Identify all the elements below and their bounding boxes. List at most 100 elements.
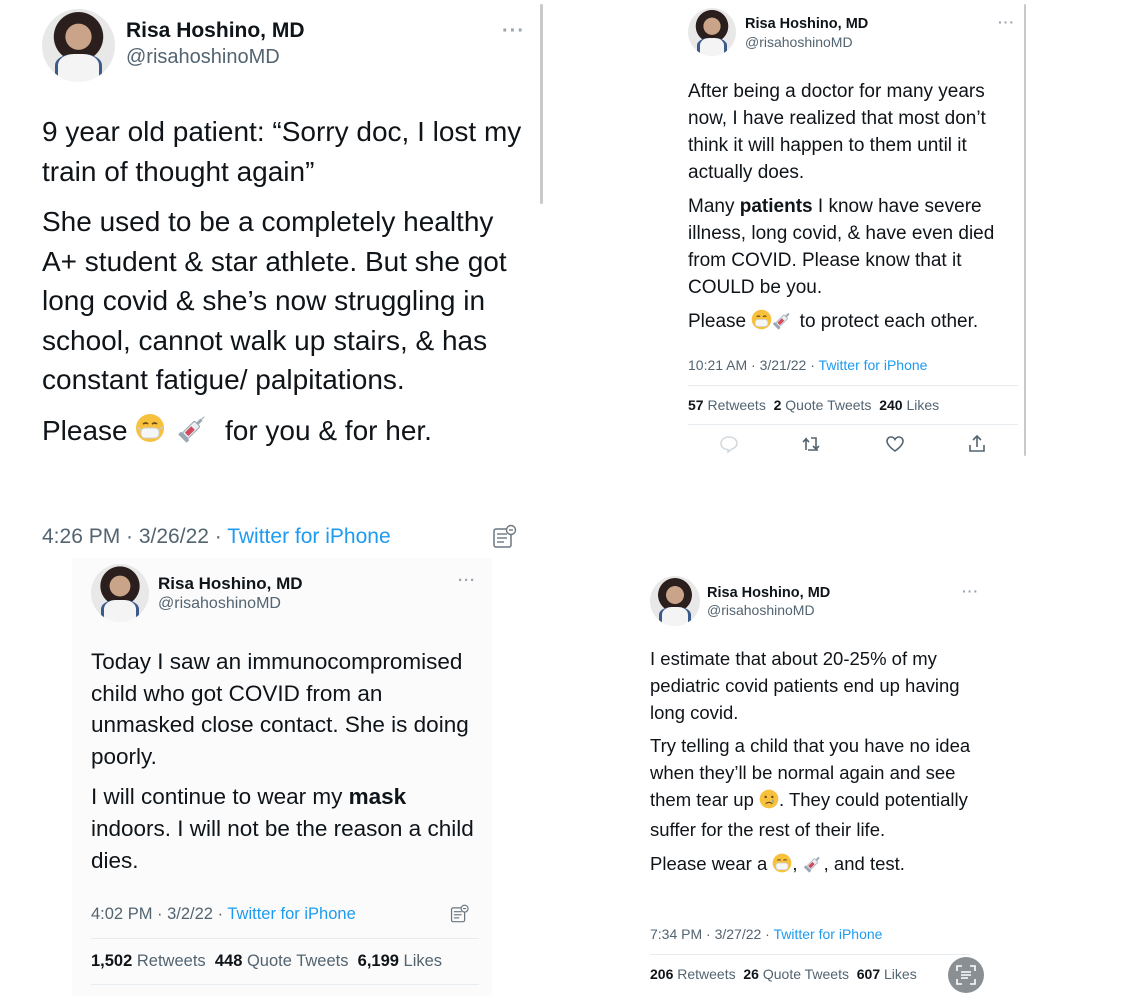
tweet-text-line3: Please for you & for her. bbox=[42, 411, 527, 454]
quotes-stat[interactable]: 448 Quote Tweets bbox=[215, 952, 349, 970]
quotes-stat[interactable]: 2 Quote Tweets bbox=[774, 397, 872, 413]
tweet-timestamp[interactable]: 4:26 PM · 3/26/22 · bbox=[42, 525, 227, 548]
author-name[interactable]: Risa Hoshino, MD bbox=[158, 574, 303, 594]
reply-icon[interactable] bbox=[719, 434, 739, 454]
syringe-emoji-icon bbox=[177, 413, 209, 454]
likes-stat[interactable]: 240 Likes bbox=[879, 397, 939, 413]
likes-label: Likes bbox=[398, 952, 443, 970]
retweets-stat[interactable]: 1,502 Retweets bbox=[91, 952, 206, 970]
tweet-paragraph-3: Please to protect each other. bbox=[688, 308, 1018, 338]
mask-face-emoji-icon bbox=[772, 853, 792, 881]
quotes-stat[interactable]: 26 Quote Tweets bbox=[743, 966, 849, 982]
tweet-source-link[interactable]: Twitter for iPhone bbox=[773, 926, 882, 942]
avatar[interactable] bbox=[650, 576, 700, 626]
tweet-paragraph-2: I will continue to wear my mask indoors.… bbox=[91, 781, 486, 876]
retweets-stat[interactable]: 57 Retweets bbox=[688, 397, 766, 413]
tweet-paragraph-1: Today I saw an immunocompromised child w… bbox=[91, 649, 469, 769]
tweet-meta: 4:26 PM · 3/26/22 · Twitter for iPhone bbox=[42, 525, 391, 549]
author-name[interactable]: Risa Hoshino, MD bbox=[745, 16, 868, 32]
tweet-paragraph-3: Please wear a , , and test. bbox=[650, 851, 980, 881]
tweet-card-3: Risa Hoshino, MD @risahoshinoMD ··· Toda… bbox=[72, 558, 492, 996]
tweet-meta: 10:21 AM · 3/21/22 · Twitter for iPhone bbox=[688, 357, 927, 373]
more-options-icon[interactable]: ··· bbox=[502, 20, 525, 43]
author-handle[interactable]: @risahoshinoMD bbox=[745, 34, 853, 50]
tweet-paragraph-1: I estimate that about 20-25% of my pedia… bbox=[650, 648, 960, 723]
tweet-bold-word: patients bbox=[739, 196, 813, 217]
likes-count: 6,199 bbox=[357, 952, 399, 970]
tweet-paragraph-1: After being a doctor for many years now,… bbox=[688, 81, 986, 183]
tweet-text: I will continue to wear my bbox=[91, 784, 349, 810]
avatar[interactable] bbox=[688, 8, 736, 56]
tweet-bold-word: mask bbox=[348, 784, 407, 810]
tweet-source-link[interactable]: Twitter for iPhone bbox=[227, 525, 390, 548]
tweet-text-please: Please bbox=[688, 311, 747, 332]
divider bbox=[688, 424, 1018, 425]
quotes-label: Quote Tweets bbox=[781, 397, 872, 413]
tweet-text: Please wear a bbox=[650, 852, 768, 874]
retweets-label: Retweets bbox=[673, 966, 736, 982]
divider bbox=[650, 954, 970, 955]
tweet-source-link[interactable]: Twitter for iPhone bbox=[227, 905, 355, 923]
likes-count: 607 bbox=[856, 966, 881, 982]
tweet-body: I estimate that about 20-25% of my pedia… bbox=[650, 646, 980, 880]
retweets-label: Retweets bbox=[703, 397, 766, 413]
retweets-count: 57 bbox=[688, 397, 704, 413]
tweet-timestamp[interactable]: 10:21 AM · 3/21/22 · bbox=[688, 357, 819, 373]
tweet-body: 9 year old patient: “Sorry doc, I lost m… bbox=[42, 112, 527, 453]
likes-stat[interactable]: 607 Likes bbox=[857, 966, 917, 982]
tweet-stats: 57 Retweets 2 Quote Tweets 240 Likes bbox=[688, 397, 939, 413]
author-name[interactable]: Risa Hoshino, MD bbox=[707, 585, 830, 601]
author-handle[interactable]: @risahoshinoMD bbox=[126, 46, 280, 69]
tweet-text-end: to protect each other. bbox=[799, 311, 979, 332]
quotes-label: Quote Tweets bbox=[758, 966, 849, 982]
more-options-icon[interactable]: ··· bbox=[458, 572, 476, 589]
document-icon[interactable] bbox=[492, 524, 518, 555]
crying-face-emoji-icon bbox=[759, 789, 779, 817]
like-icon[interactable] bbox=[885, 434, 905, 454]
tweet-paragraph-2: Many patients I know have severe illness… bbox=[688, 193, 1018, 301]
retweets-stat[interactable]: 206 Retweets bbox=[650, 966, 736, 982]
scrollbar[interactable] bbox=[540, 4, 543, 204]
tweet-card-1: Risa Hoshino, MD @risahoshinoMD ··· 9 ye… bbox=[0, 0, 545, 560]
retweet-icon[interactable] bbox=[801, 434, 823, 454]
likes-stat[interactable]: 6,199 Likes bbox=[358, 952, 442, 970]
tweet-meta: 4:02 PM · 3/2/22 · Twitter for iPhone bbox=[91, 905, 356, 924]
tweet-text-please: Please bbox=[42, 414, 128, 446]
more-options-icon[interactable]: ··· bbox=[962, 583, 979, 599]
retweets-count: 1,502 bbox=[91, 952, 133, 970]
quotes-count: 448 bbox=[214, 952, 243, 970]
author-handle[interactable]: @risahoshinoMD bbox=[158, 595, 281, 613]
tweet-text-line1: 9 year old patient: “Sorry doc, I lost m… bbox=[42, 116, 522, 187]
tweet-source-link[interactable]: Twitter for iPhone bbox=[819, 357, 928, 373]
tweet-meta: 7:34 PM · 3/27/22 · Twitter for iPhone bbox=[650, 926, 882, 942]
avatar[interactable] bbox=[91, 564, 149, 622]
action-bar bbox=[688, 434, 1018, 454]
divider bbox=[91, 938, 479, 939]
mask-face-emoji-icon bbox=[135, 413, 165, 454]
tweet-stats: 206 Retweets 26 Quote Tweets 607 Likes bbox=[650, 966, 917, 982]
document-icon[interactable] bbox=[450, 904, 470, 929]
tweet-card-2: Risa Hoshino, MD @risahoshinoMD ··· Afte… bbox=[672, 0, 1028, 460]
tweet-text-end: for you & for her. bbox=[224, 414, 432, 446]
tweet-text: , and test. bbox=[823, 852, 905, 874]
syringe-emoji-icon bbox=[803, 853, 824, 881]
retweets-count: 206 bbox=[650, 966, 674, 982]
tweet-text: Many bbox=[688, 196, 740, 217]
avatar[interactable] bbox=[42, 9, 115, 82]
more-options-icon[interactable]: ··· bbox=[998, 14, 1015, 30]
tweet-timestamp[interactable]: 4:02 PM · 3/2/22 · bbox=[91, 905, 227, 923]
tweet-text-line2: She used to be a completely healthy A+ s… bbox=[42, 206, 507, 395]
divider bbox=[91, 984, 479, 985]
likes-label: Likes bbox=[902, 397, 940, 413]
share-icon[interactable] bbox=[967, 434, 987, 454]
tweet-text: indoors. I will not be the reason a chil… bbox=[91, 815, 474, 873]
author-name[interactable]: Risa Hoshino, MD bbox=[126, 19, 305, 43]
text-scan-icon[interactable] bbox=[948, 957, 984, 993]
likes-label: Likes bbox=[880, 966, 917, 982]
scrollbar[interactable] bbox=[1024, 4, 1026, 456]
tweet-body: After being a doctor for many years now,… bbox=[688, 78, 1018, 338]
author-handle[interactable]: @risahoshinoMD bbox=[707, 602, 815, 618]
tweet-timestamp[interactable]: 7:34 PM · 3/27/22 · bbox=[650, 926, 773, 942]
divider bbox=[688, 385, 1018, 386]
mask-face-emoji-icon bbox=[751, 309, 772, 338]
